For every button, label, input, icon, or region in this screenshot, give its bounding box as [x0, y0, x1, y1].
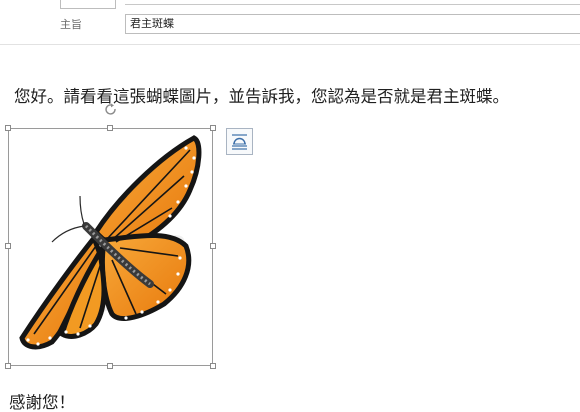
- resize-handle-left[interactable]: [5, 243, 11, 249]
- resize-handle-right[interactable]: [210, 243, 216, 249]
- subject-label: 主旨: [60, 18, 82, 31]
- email-compose-window: 主旨 君主斑蝶 您好。請看看這張蝴蝶圖片，並告訴我，您認為是否就是君主斑蝶。 感…: [0, 0, 580, 412]
- resize-handle-top-left[interactable]: [5, 125, 11, 131]
- resize-handle-bottom-right[interactable]: [210, 363, 216, 369]
- resize-handle-top-right[interactable]: [210, 125, 216, 131]
- message-closing[interactable]: 感謝您！: [9, 389, 75, 412]
- wrap-text-icon: [232, 134, 247, 150]
- recipient-button-stub[interactable]: [60, 0, 116, 9]
- resize-handle-top[interactable]: [107, 125, 113, 131]
- subject-field[interactable]: 君主斑蝶: [125, 14, 580, 34]
- message-body-line[interactable]: 您好。請看看這張蝴蝶圖片，並告訴我，您認為是否就是君主斑蝶。: [14, 83, 509, 107]
- layout-options-button[interactable]: [226, 128, 253, 155]
- header-divider: [0, 44, 580, 45]
- recipient-field-edge[interactable]: [125, 4, 580, 5]
- rotate-icon[interactable]: [104, 103, 118, 117]
- image-selection-frame: [8, 128, 213, 366]
- resize-handle-bottom-left[interactable]: [5, 363, 11, 369]
- resize-handle-bottom[interactable]: [107, 363, 113, 369]
